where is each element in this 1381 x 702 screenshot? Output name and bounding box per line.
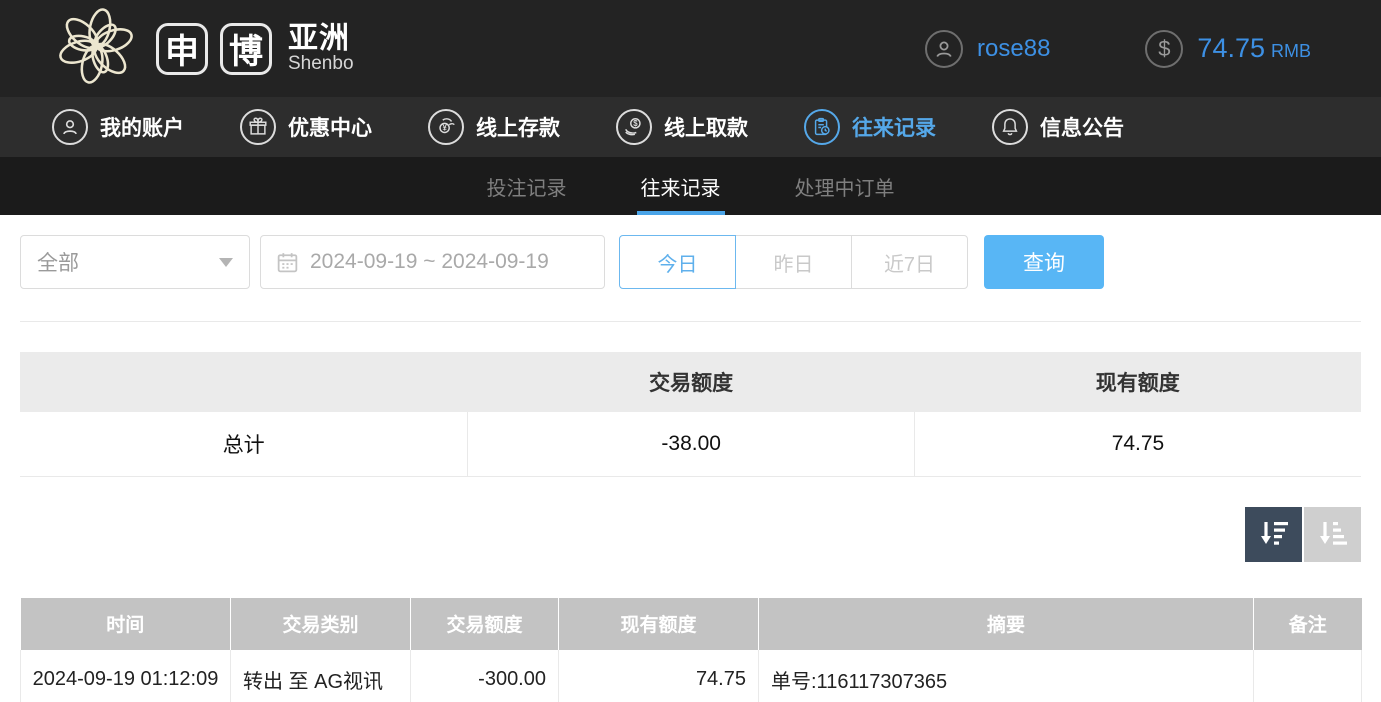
quick-range-group: 今日 昨日 近7日 <box>619 235 968 289</box>
tab-label: 投注记录 <box>486 177 567 200</box>
sort-ascending-button[interactable] <box>1304 506 1361 562</box>
records-table: 时间 交易类别 交易额度 现有额度 摘要 备注 2024-09-19 01:12… <box>20 597 1362 702</box>
date-range-value: 2024-09-19 ~ 2024-09-19 <box>310 250 549 273</box>
summary-total-balance: 74.75 <box>914 412 1361 477</box>
summary-header-row: 交易额度 现有额度 <box>20 352 1361 412</box>
brand-name-en: Shenbo <box>288 53 354 75</box>
tab-label: 往来记录 <box>640 177 721 200</box>
records-header-type: 交易类别 <box>230 597 411 650</box>
balance-chip[interactable]: $ 74.75 RMB <box>1145 29 1311 68</box>
nav-item-deposit[interactable]: ¥ 线上存款 <box>428 109 560 145</box>
record-note <box>1253 649 1362 702</box>
search-button[interactable]: 查询 <box>984 235 1104 289</box>
calendar-icon <box>275 250 300 275</box>
caret-down-icon <box>219 257 233 267</box>
summary-total-amount: -38.00 <box>467 412 915 477</box>
records-header-summary: 摘要 <box>758 597 1254 650</box>
nav-item-transactions[interactable]: 往来记录 <box>804 109 936 145</box>
records-header-balance: 现有额度 <box>558 597 759 650</box>
nav-item-promotions[interactable]: 优惠中心 <box>240 109 372 145</box>
records-header-time: 时间 <box>20 597 231 650</box>
record-type: 转出 至 AG视讯 <box>230 649 411 702</box>
nav-item-withdraw[interactable]: $ 线上取款 <box>616 109 748 145</box>
sort-ascending-icon <box>1317 519 1349 549</box>
tab-pending-orders[interactable]: 处理中订单 <box>791 157 899 215</box>
dollar-icon: $ <box>1145 29 1184 68</box>
bell-icon <box>992 109 1028 145</box>
type-select[interactable]: 全部 <box>20 235 250 289</box>
balance-amount: 74.75 <box>1197 33 1265 63</box>
user-icon <box>925 29 964 68</box>
record-amount: -300.00 <box>410 649 559 702</box>
user-account-chip[interactable]: rose88 <box>925 29 1051 68</box>
records-header-row: 时间 交易类别 交易额度 现有额度 摘要 备注 <box>20 597 1362 650</box>
range-today-button[interactable]: 今日 <box>619 235 736 289</box>
balance-currency: RMB <box>1271 41 1311 61</box>
nav-label: 信息公告 <box>1040 117 1124 140</box>
nav-label: 线上取款 <box>664 117 748 140</box>
record-time: 2024-09-19 01:12:09 <box>20 649 231 702</box>
main-nav: 我的账户 优惠中心 ¥ 线上存款 $ 线上取款 往来记录 信息公告 <box>0 97 1381 157</box>
summary-header-transaction-amount: 交易额度 <box>467 352 915 412</box>
nav-item-announcements[interactable]: 信息公告 <box>992 109 1124 145</box>
record-summary: 单号:116117307365 <box>758 649 1254 702</box>
nav-label: 往来记录 <box>852 117 936 140</box>
tab-transaction-records[interactable]: 往来记录 <box>636 157 725 215</box>
nav-label: 优惠中心 <box>288 117 372 140</box>
gift-icon <box>240 109 276 145</box>
brand-char-shen: 申 <box>156 22 208 75</box>
user-icon <box>52 109 88 145</box>
type-select-value: 全部 <box>37 252 79 275</box>
transactions-icon <box>804 109 840 145</box>
tab-betting-records[interactable]: 投注记录 <box>483 157 571 215</box>
filter-row: 全部 2024-09-19 ~ 2024-09-19 今日 昨日 近7日 查询 <box>20 235 1361 289</box>
sort-descending-button[interactable] <box>1245 506 1302 562</box>
sort-controls <box>20 506 1361 562</box>
withdraw-icon: $ <box>616 109 652 145</box>
date-range-input[interactable]: 2024-09-19 ~ 2024-09-19 <box>260 235 605 289</box>
sort-descending-icon <box>1258 519 1290 549</box>
flower-logo-icon <box>52 2 140 95</box>
summary-table: 交易额度 现有额度 总计 -38.00 74.75 <box>20 352 1361 477</box>
summary-header-current-balance: 现有额度 <box>914 352 1361 412</box>
brand-region: 亚洲 <box>288 21 350 55</box>
section-divider <box>20 321 1361 322</box>
nav-label: 我的账户 <box>100 117 184 140</box>
records-header-amount: 交易额度 <box>410 597 559 650</box>
tab-label: 处理中订单 <box>794 177 895 200</box>
table-row: 2024-09-19 01:12:09 转出 至 AG视讯 -300.00 74… <box>20 649 1362 702</box>
brand-logo[interactable]: 申 博 亚洲 Shenbo <box>52 2 354 95</box>
records-header-note: 备注 <box>1253 597 1362 650</box>
username: rose88 <box>977 34 1051 62</box>
range-yesterday-button[interactable]: 昨日 <box>735 235 852 289</box>
deposit-icon: ¥ <box>428 109 464 145</box>
record-balance: 74.75 <box>558 649 759 702</box>
svg-text:¥: ¥ <box>442 124 447 133</box>
summary-total-label: 总计 <box>20 412 469 477</box>
range-last7days-button[interactable]: 近7日 <box>851 235 968 289</box>
sub-nav: 投注记录 往来记录 处理中订单 <box>0 157 1381 215</box>
summary-total-row: 总计 -38.00 74.75 <box>20 412 1361 477</box>
svg-text:$: $ <box>633 119 638 128</box>
main-content: 全部 2024-09-19 ~ 2024-09-19 今日 昨日 近7日 查询 <box>0 215 1381 702</box>
brand-char-bo: 博 <box>220 22 272 75</box>
summary-header-empty <box>20 352 468 412</box>
nav-item-my-account[interactable]: 我的账户 <box>52 109 184 145</box>
top-header: 申 博 亚洲 Shenbo rose88 $ 74.75 RMB <box>0 0 1381 97</box>
nav-label: 线上存款 <box>476 117 560 140</box>
